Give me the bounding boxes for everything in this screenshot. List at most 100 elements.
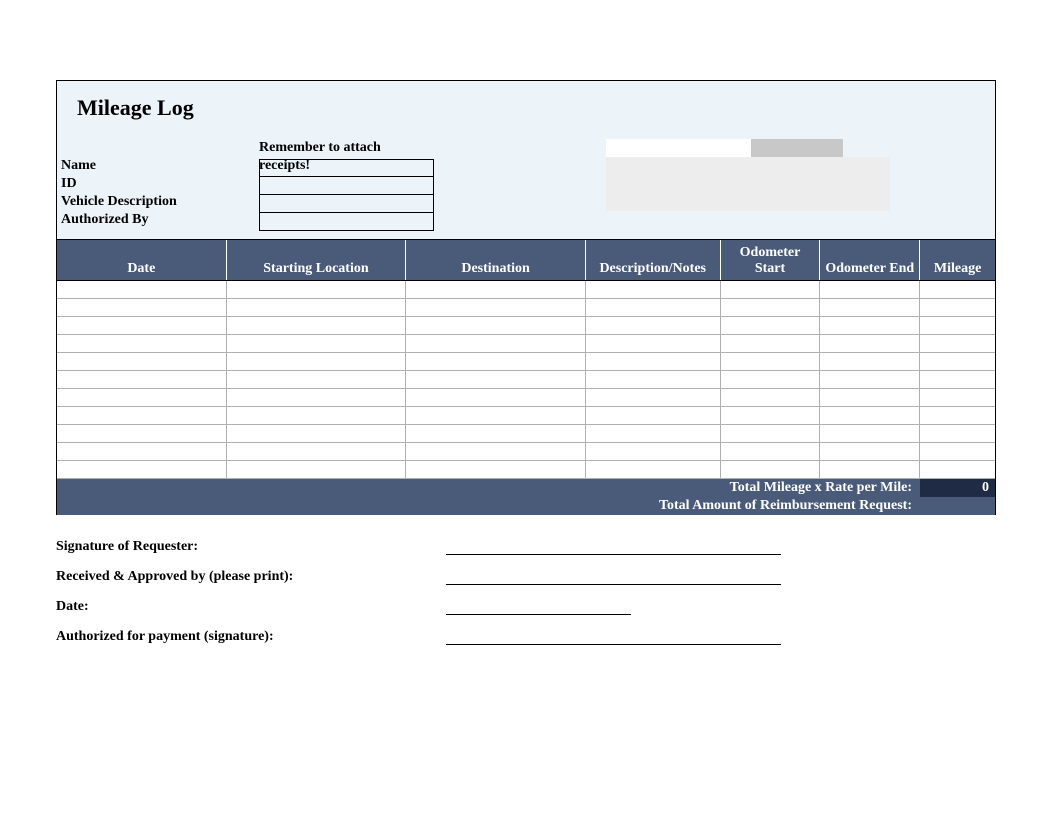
table-cell[interactable]: [406, 317, 586, 335]
table-cell[interactable]: [57, 317, 227, 335]
table-cell[interactable]: [920, 425, 995, 443]
table-cell[interactable]: [820, 425, 920, 443]
table-cell[interactable]: [586, 281, 721, 299]
table-cell[interactable]: [57, 371, 227, 389]
table-cell[interactable]: [227, 407, 407, 425]
table-cell[interactable]: [920, 443, 995, 461]
table-cell[interactable]: [920, 281, 995, 299]
table-cell[interactable]: [227, 353, 407, 371]
table-cell[interactable]: [920, 371, 995, 389]
table-cell[interactable]: [721, 281, 821, 299]
table-row[interactable]: [57, 425, 995, 443]
table-row[interactable]: [57, 407, 995, 425]
table-cell[interactable]: [586, 299, 721, 317]
table-cell[interactable]: [920, 389, 995, 407]
table-cell[interactable]: [721, 461, 821, 479]
table-cell[interactable]: [406, 299, 586, 317]
table-cell[interactable]: [406, 335, 586, 353]
table-cell[interactable]: [57, 335, 227, 353]
table-cell[interactable]: [721, 317, 821, 335]
table-cell[interactable]: [227, 371, 407, 389]
table-cell[interactable]: [586, 425, 721, 443]
table-cell[interactable]: [721, 389, 821, 407]
table-cell[interactable]: [920, 335, 995, 353]
table-cell[interactable]: [57, 389, 227, 407]
table-cell[interactable]: [406, 353, 586, 371]
table-cell[interactable]: [721, 353, 821, 371]
col-destination: Destination: [406, 240, 586, 280]
table-cell[interactable]: [820, 299, 920, 317]
table-cell[interactable]: [586, 443, 721, 461]
sig-approved-line[interactable]: [446, 564, 781, 585]
table-row[interactable]: [57, 389, 995, 407]
table-cell[interactable]: [586, 317, 721, 335]
table-cell[interactable]: [227, 335, 407, 353]
table-cell[interactable]: [406, 371, 586, 389]
table-cell[interactable]: [920, 299, 995, 317]
table-cell[interactable]: [586, 461, 721, 479]
input-id[interactable]: [259, 177, 434, 195]
table-cell[interactable]: [820, 389, 920, 407]
table-cell[interactable]: [227, 299, 407, 317]
table-cell[interactable]: [586, 389, 721, 407]
table-cell[interactable]: [227, 389, 407, 407]
sig-requester-line[interactable]: [446, 534, 781, 555]
table-cell[interactable]: [920, 317, 995, 335]
table-cell[interactable]: [920, 461, 995, 479]
table-row[interactable]: [57, 371, 995, 389]
table-cell[interactable]: [406, 425, 586, 443]
table-cell[interactable]: [920, 353, 995, 371]
table-cell[interactable]: [227, 461, 407, 479]
table-cell[interactable]: [57, 443, 227, 461]
table-cell[interactable]: [820, 371, 920, 389]
table-cell[interactable]: [57, 425, 227, 443]
table-cell[interactable]: [820, 407, 920, 425]
table-cell[interactable]: [227, 443, 407, 461]
table-cell[interactable]: [721, 335, 821, 353]
table-cell[interactable]: [820, 281, 920, 299]
table-cell[interactable]: [920, 407, 995, 425]
table-row[interactable]: [57, 353, 995, 371]
table-cell[interactable]: [721, 425, 821, 443]
table-cell[interactable]: [586, 335, 721, 353]
table-cell[interactable]: [57, 281, 227, 299]
table-cell[interactable]: [406, 461, 586, 479]
table-cell[interactable]: [227, 281, 407, 299]
table-cell[interactable]: [586, 371, 721, 389]
table-cell[interactable]: [227, 425, 407, 443]
table-cell[interactable]: [820, 335, 920, 353]
table-row[interactable]: [57, 299, 995, 317]
total-reimbursement-label: Total Amount of Reimbursement Request:: [57, 498, 920, 514]
col-mileage: Mileage: [920, 240, 995, 280]
table-cell[interactable]: [721, 407, 821, 425]
table-cell[interactable]: [57, 407, 227, 425]
table-cell[interactable]: [57, 353, 227, 371]
input-vehicle[interactable]: [259, 195, 434, 213]
table-cell[interactable]: [406, 389, 586, 407]
table-cell[interactable]: [820, 317, 920, 335]
ghost-cell-dark: [751, 139, 843, 157]
table-cell[interactable]: [820, 353, 920, 371]
table-row[interactable]: [57, 335, 995, 353]
table-cell[interactable]: [57, 299, 227, 317]
table-cell[interactable]: [586, 407, 721, 425]
sig-date-line[interactable]: [446, 594, 631, 615]
col-start-location: Starting Location: [227, 240, 407, 280]
table-cell[interactable]: [820, 461, 920, 479]
table-row[interactable]: [57, 281, 995, 299]
table-cell[interactable]: [227, 317, 407, 335]
table-cell[interactable]: [57, 461, 227, 479]
table-row[interactable]: [57, 317, 995, 335]
table-cell[interactable]: [721, 371, 821, 389]
table-cell[interactable]: [586, 353, 721, 371]
table-row[interactable]: [57, 461, 995, 479]
table-cell[interactable]: [721, 443, 821, 461]
table-cell[interactable]: [721, 299, 821, 317]
sig-payment-line[interactable]: [446, 624, 781, 645]
table-cell[interactable]: [820, 443, 920, 461]
table-cell[interactable]: [406, 443, 586, 461]
table-cell[interactable]: [406, 281, 586, 299]
table-row[interactable]: [57, 443, 995, 461]
input-authorized[interactable]: [259, 213, 434, 231]
table-cell[interactable]: [406, 407, 586, 425]
